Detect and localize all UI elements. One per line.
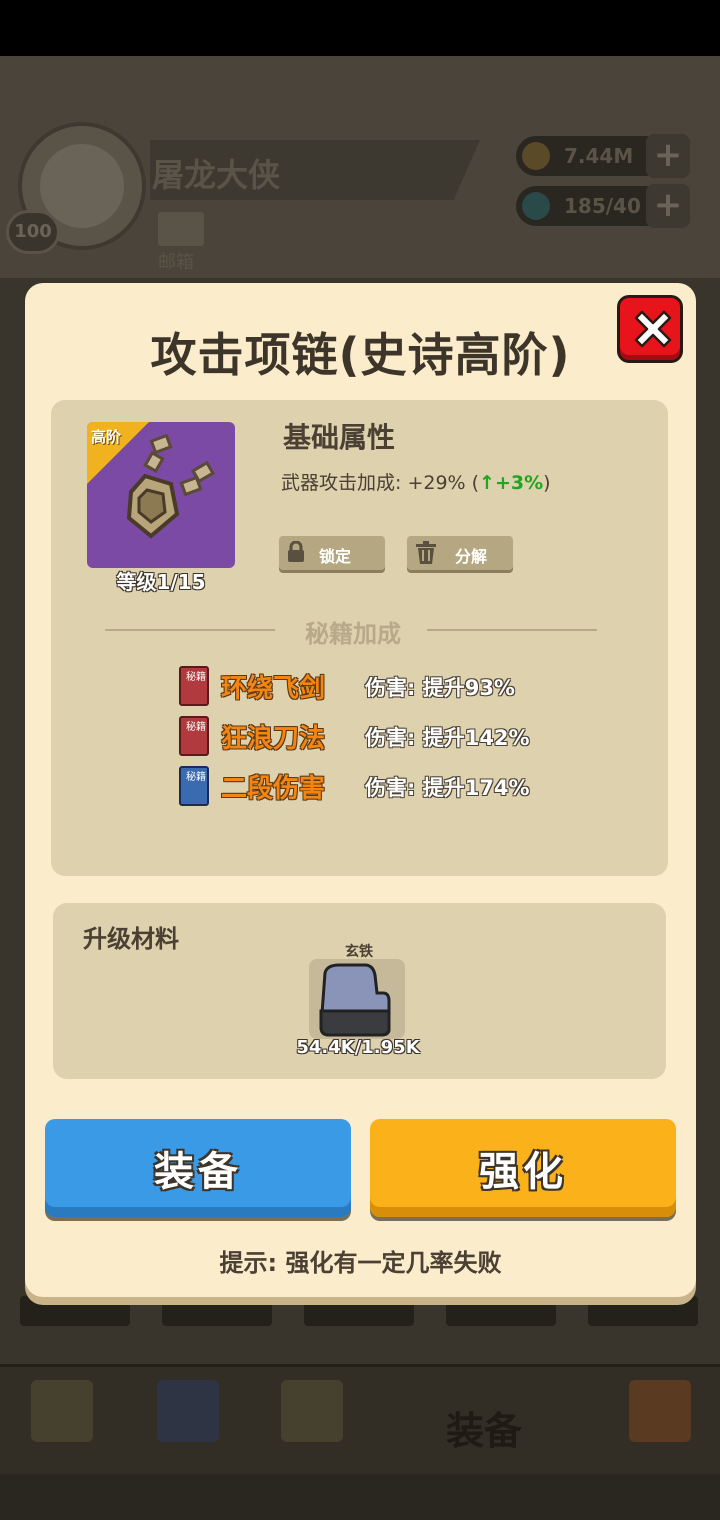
- base-attr-title: 基础属性: [283, 421, 396, 454]
- skill-name: 环绕飞剑: [221, 674, 326, 704]
- hint-text: 提示: 强化有一定几率失败: [219, 1249, 502, 1277]
- rarity-tag: 高阶: [91, 428, 122, 446]
- book-icon: [157, 1380, 219, 1442]
- close-button[interactable]: [617, 295, 683, 363]
- decompose-label: 分解: [455, 547, 488, 566]
- tab-cultivate[interactable]: [140, 1374, 236, 1464]
- gold-counter: 7.44M +: [516, 134, 690, 178]
- upgrade-label: 强化: [479, 1149, 567, 1195]
- stat-suffix: ): [543, 472, 551, 494]
- secret-book-icon: 秘籍: [179, 716, 209, 756]
- mail-label: 邮箱: [158, 252, 194, 273]
- energy-drop-icon: [522, 192, 550, 220]
- bg-slot: [446, 1296, 556, 1326]
- bg-slot: [162, 1296, 272, 1326]
- skill-effect: 伤害: 提升142%: [365, 726, 530, 750]
- bg-slot: [20, 1296, 130, 1326]
- item-icon: 高阶: [87, 422, 235, 568]
- iron-ore-icon: [319, 963, 391, 1037]
- add-energy-button[interactable]: +: [646, 184, 690, 228]
- crossed-swords-icon: [281, 1380, 343, 1442]
- material-slot[interactable]: [309, 959, 405, 1039]
- book-text: 秘籍: [186, 772, 206, 783]
- trash-icon: [416, 541, 436, 564]
- mail-button[interactable]: 邮箱: [158, 212, 208, 273]
- energy-counter: 185/40 +: [516, 184, 690, 228]
- secret-book-icon: 秘籍: [179, 666, 209, 706]
- gold-value: 7.44M: [564, 144, 634, 168]
- nav-bar: [0, 1474, 720, 1520]
- skill-effect: 伤害: 提升93%: [365, 676, 515, 700]
- equip-button[interactable]: 装备: [45, 1119, 351, 1217]
- secret-book-icon: 秘籍: [179, 766, 209, 806]
- equip-label: 装备: [154, 1149, 242, 1195]
- energy-value: 185/40: [564, 194, 641, 218]
- materials-title: 升级材料: [83, 925, 179, 953]
- close-icon: [634, 310, 672, 348]
- tab-task[interactable]: [14, 1374, 110, 1464]
- skill-effect: 伤害: 提升174%: [365, 776, 530, 800]
- upgrade-materials-panel: 升级材料 玄铁 54.4K/1.95K: [53, 903, 666, 1079]
- stat-increase: ↑+3%: [479, 472, 544, 494]
- stat-text: 武器攻击加成: +29% (: [281, 472, 480, 494]
- mail-icon: [158, 212, 204, 246]
- material-name: 玄铁: [345, 944, 373, 960]
- bg-slot: [304, 1296, 414, 1326]
- player-name: 屠龙大侠: [152, 156, 281, 194]
- add-gold-button[interactable]: +: [646, 134, 690, 178]
- lock-label: 锁定: [319, 547, 352, 566]
- divider-left: [105, 629, 275, 631]
- divider-right: [427, 629, 597, 631]
- lock-button[interactable]: 锁定: [279, 536, 385, 570]
- item-level: 等级1/15: [116, 570, 206, 594]
- base-attr-stat: 武器攻击加成: +29% (↑+3%): [281, 468, 551, 495]
- dialog-title: 攻击项链(史诗高阶): [150, 328, 571, 382]
- bg-slot: [588, 1296, 698, 1326]
- material-count: 54.4K/1.95K: [296, 1037, 420, 1058]
- skill-name: 狂浪刀法: [221, 724, 326, 754]
- item-info-panel: 高阶 等级1/15 基础属性 武器攻击加成: +29% (↑+3%) 锁定 分解…: [51, 400, 668, 876]
- upgrade-button[interactable]: 强化: [370, 1119, 676, 1217]
- status-bar: [0, 0, 720, 56]
- tab-equip[interactable]: 装备: [446, 1400, 522, 1455]
- coin-icon: [522, 142, 550, 170]
- book-text: 秘籍: [186, 672, 206, 683]
- secret-section-title: 秘籍加成: [305, 620, 401, 648]
- shop-icon: [629, 1380, 691, 1442]
- lock-icon: [288, 541, 304, 562]
- tab-battle[interactable]: [264, 1374, 360, 1464]
- item-detail-dialog: 攻击项链(史诗高阶) 高阶 等级1/15 基础属性 武器攻击加成: +29% (…: [25, 283, 696, 1297]
- player-level-badge: 100: [6, 210, 60, 254]
- skill-name: 二段伤害: [221, 774, 326, 804]
- decompose-button[interactable]: 分解: [407, 536, 513, 570]
- scroll-icon: [31, 1380, 93, 1442]
- tab-collect[interactable]: [612, 1374, 708, 1464]
- book-text: 秘籍: [186, 722, 206, 733]
